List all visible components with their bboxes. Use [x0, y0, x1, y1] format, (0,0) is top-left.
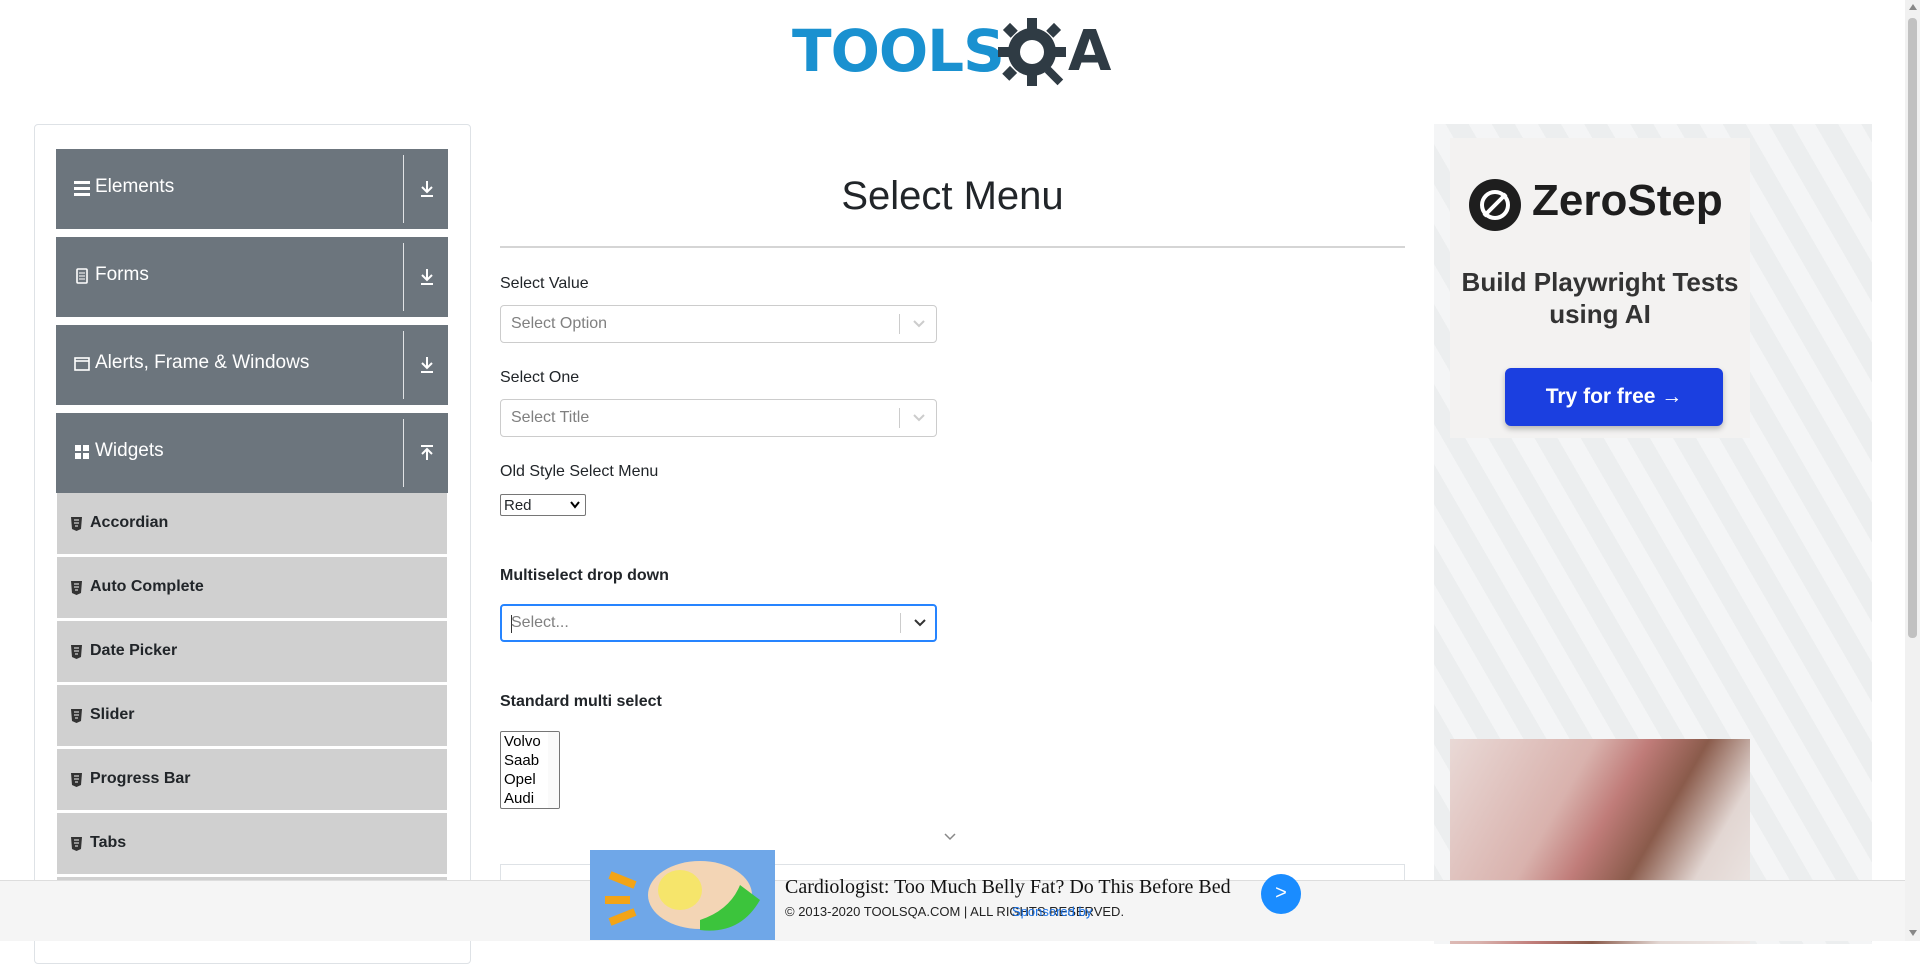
listbox-scrollbar[interactable] — [548, 732, 559, 808]
html5-icon — [71, 773, 82, 787]
chevron-down-icon — [570, 501, 580, 509]
upload-icon[interactable] — [418, 443, 436, 463]
sidebar-item-accordian[interactable]: Accordian — [57, 493, 447, 555]
sidebar-group-label: Forms — [95, 264, 149, 285]
old-style-label: Old Style Select Menu — [500, 463, 659, 480]
page-title: Select Menu — [841, 174, 1064, 218]
scroll-up-icon[interactable] — [1909, 4, 1917, 10]
indicator-separator — [899, 314, 900, 334]
divider — [403, 419, 404, 487]
select-value-placeholder: Select Option — [511, 315, 608, 332]
sponsored-link[interactable]: Sponsored by — [1012, 904, 1092, 919]
divider — [403, 155, 404, 223]
html5-icon — [71, 645, 82, 659]
chevron-down-icon — [944, 833, 956, 841]
multiselect-dropdown[interactable]: Select... — [500, 604, 937, 642]
standard-multi-label: Standard multi select — [500, 693, 662, 710]
sidebar-item-label: Date Picker — [90, 642, 178, 659]
select-value-dropdown[interactable]: Select Option — [500, 305, 937, 343]
sidebar-item-label: Accordian — [90, 514, 169, 531]
sidebar-item-tabs[interactable]: Tabs — [57, 813, 447, 875]
scroll-down-icon[interactable] — [1909, 930, 1917, 936]
sidebar-group-forms[interactable]: Forms — [56, 237, 448, 317]
chevron-down-icon[interactable] — [909, 410, 929, 426]
zerostep-logo-icon — [1469, 179, 1521, 231]
list-option[interactable]: Opel — [504, 771, 536, 788]
divider — [403, 243, 404, 311]
zerostep-ad[interactable]: ZeroStep Build Playwright Tests using AI… — [1450, 138, 1750, 438]
sidebar-item-progress-bar[interactable]: Progress Bar — [57, 749, 447, 811]
sidebar-group-alerts[interactable]: Alerts, Frame & Windows — [56, 325, 448, 405]
try-for-free-button[interactable]: Try for free → — [1505, 368, 1723, 426]
multiselect-label: Multiselect drop down — [500, 567, 669, 584]
logo-text-tools: TOOLS — [792, 17, 1005, 85]
title-divider — [500, 246, 1405, 248]
sidebar-item-label: Slider — [90, 706, 135, 723]
window-icon — [74, 357, 90, 371]
html5-icon — [71, 517, 82, 531]
standard-multi-select[interactable]: Volvo Saab Opel Audi — [500, 731, 560, 809]
sidebar-group-label: Alerts, Frame & Windows — [95, 352, 310, 373]
sidebar-group-label: Widgets — [95, 440, 164, 461]
old-style-select[interactable]: Red — [500, 494, 586, 516]
banner-next-button[interactable]: > — [1261, 874, 1301, 914]
document-icon — [76, 268, 88, 284]
banner-headline[interactable]: Cardiologist: Too Much Belly Fat? Do Thi… — [785, 876, 1231, 899]
sidebar-item-label: Progress Bar — [90, 770, 191, 787]
list-option[interactable]: Saab — [504, 752, 539, 769]
indicator-separator — [899, 408, 900, 428]
banner-ad-image[interactable] — [590, 850, 775, 940]
left-sidebar: Elements Forms Alerts, Frame & Windows W… — [34, 124, 471, 964]
multiselect-placeholder: Select... — [511, 614, 569, 631]
indicator-separator — [900, 613, 901, 633]
select-one-dropdown[interactable]: Select Title — [500, 399, 937, 437]
sidebar-item-label: Auto Complete — [90, 578, 204, 595]
sidebar-item-label: Tabs — [90, 834, 127, 851]
sidebar-item-date-picker[interactable]: Date Picker — [57, 621, 447, 683]
grid-icon — [75, 445, 89, 459]
zerostep-brand: ZeroStep — [1532, 176, 1723, 225]
chevron-down-icon[interactable] — [910, 615, 930, 631]
html5-icon — [71, 581, 82, 595]
sidebar-item-slider[interactable]: Slider — [57, 685, 447, 747]
hamburger-icon — [74, 181, 90, 196]
right-ad-column: ZeroStep Build Playwright Tests using AI… — [1434, 124, 1872, 944]
select-one-label: Select One — [500, 369, 580, 386]
select-value-label: Select Value — [500, 275, 589, 292]
sidebar-item-auto-complete[interactable]: Auto Complete — [57, 557, 447, 619]
download-icon[interactable] — [418, 267, 436, 287]
page-scrollbar[interactable] — [1905, 0, 1920, 941]
html5-icon — [71, 837, 82, 851]
list-option[interactable]: Volvo — [504, 733, 541, 750]
list-option[interactable]: Audi — [504, 790, 534, 807]
sidebar-group-elements[interactable]: Elements — [56, 149, 448, 229]
chevron-down-icon[interactable] — [909, 316, 929, 332]
download-icon[interactable] — [418, 355, 436, 375]
sidebar-group-widgets[interactable]: Widgets — [56, 413, 448, 493]
download-icon[interactable] — [418, 179, 436, 199]
zerostep-tagline: Build Playwright Tests using AI — [1461, 267, 1739, 329]
logo-text-a: A — [1068, 19, 1112, 84]
divider — [403, 331, 404, 399]
toolsqa-logo[interactable]: TOOLS A — [792, 16, 1117, 90]
sidebar-group-label: Elements — [95, 176, 175, 197]
select-one-placeholder: Select Title — [511, 409, 590, 426]
gear-q-icon — [998, 18, 1066, 86]
html5-icon — [71, 709, 82, 723]
scrollbar-thumb[interactable] — [1908, 18, 1917, 638]
old-style-selected-value: Red — [504, 497, 532, 514]
belly-illustration-icon — [590, 850, 775, 940]
